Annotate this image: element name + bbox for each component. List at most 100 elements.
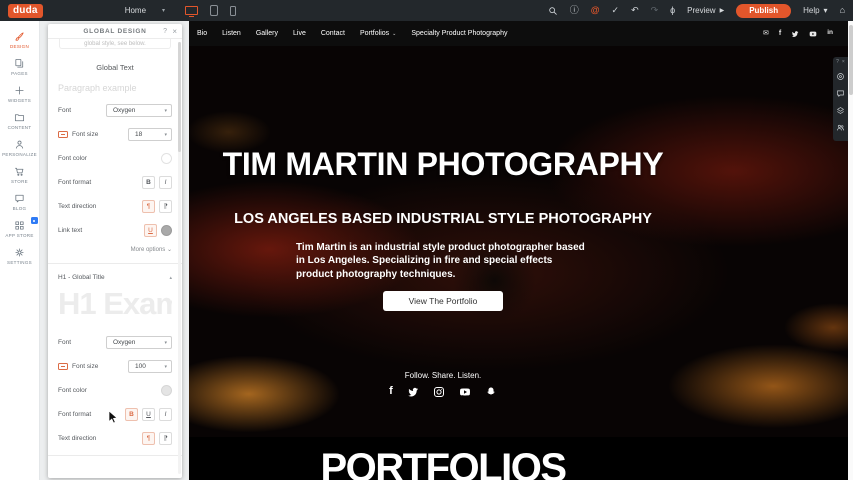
nav-item-label: Portfolios: [360, 30, 389, 37]
h1-font-select[interactable]: Oxygen ▾: [106, 336, 172, 349]
h1-bold-button[interactable]: B: [125, 408, 138, 421]
comment-bubble-icon: [836, 89, 845, 98]
h1-font-size-row: Font size 100 ▾: [58, 360, 172, 373]
h1-ltr-direction-button[interactable]: ¶: [142, 432, 155, 445]
preview-button[interactable]: Preview ▶: [687, 6, 724, 15]
link-color-swatch[interactable]: [161, 225, 172, 236]
twitter-icon[interactable]: [407, 386, 419, 398]
color-swatch[interactable]: [161, 153, 172, 164]
facebook-icon[interactable]: f: [779, 30, 781, 37]
underline-link-button[interactable]: U: [144, 224, 157, 237]
help-dropdown[interactable]: Help ▾: [803, 6, 827, 15]
twitter-icon[interactable]: [791, 30, 799, 38]
snapchat-icon[interactable]: [485, 386, 497, 398]
device-sync-icon[interactable]: [58, 363, 68, 370]
nav-item-listen[interactable]: Listen: [222, 30, 241, 37]
nav-item-bio[interactable]: Bio: [197, 30, 207, 37]
dashboard-home-icon[interactable]: ⌂: [840, 6, 845, 15]
desktop-device-icon[interactable]: [185, 6, 198, 15]
layers-icon: [836, 106, 845, 115]
close-icon[interactable]: ×: [842, 59, 845, 65]
font-select[interactable]: Oxygen ▾: [106, 104, 172, 117]
sidebar-item-design[interactable]: DESIGN: [0, 26, 40, 53]
play-icon: ▶: [720, 7, 725, 14]
instagram-icon[interactable]: [433, 386, 445, 398]
sidebar-item-label: WIDGETS: [8, 98, 31, 103]
section-divider: [48, 263, 182, 264]
device-switcher: [185, 5, 236, 16]
folder-icon: [14, 112, 25, 123]
view-portfolio-button[interactable]: View The Portfolio: [383, 291, 503, 311]
nav-item-contact[interactable]: Contact: [321, 30, 345, 37]
canvas-scrollbar-thumb[interactable]: [849, 25, 853, 95]
sidebar-item-app-store[interactable]: APP STORE: [0, 215, 40, 242]
h1-font-size-select[interactable]: 100 ▾: [128, 360, 172, 373]
h1-underline-button[interactable]: U: [142, 408, 155, 421]
preview-label: Preview: [687, 6, 715, 15]
camera-icon: [836, 72, 845, 81]
screenshot-tool-button[interactable]: [833, 68, 848, 85]
h1-rtl-direction-button[interactable]: ¶: [159, 432, 172, 445]
portfolios-heading: PORTFOLIOS: [189, 448, 697, 480]
sidebar-item-blog[interactable]: BLOG: [0, 188, 40, 215]
sidebar-item-settings[interactable]: SETTINGS: [0, 242, 40, 269]
email-icon[interactable]: ✉: [763, 30, 769, 37]
linkedin-icon[interactable]: in: [827, 30, 833, 37]
close-icon[interactable]: ×: [172, 24, 177, 39]
phone-device-icon[interactable]: [230, 6, 236, 16]
device-sync-icon[interactable]: [58, 131, 68, 138]
nav-item-specialty[interactable]: Specialty Product Photography: [411, 30, 507, 37]
more-options-link[interactable]: More options ⌄: [58, 246, 172, 253]
canvas-scrollbar[interactable]: [848, 21, 853, 480]
help-icon[interactable]: ?: [163, 24, 167, 39]
approve-check-icon[interactable]: ✓: [612, 6, 620, 15]
nav-item-portfolios[interactable]: Portfolios ⌄: [360, 30, 396, 37]
help-icon[interactable]: ?: [836, 59, 839, 65]
bold-button[interactable]: B: [142, 176, 155, 189]
italic-button[interactable]: I: [159, 176, 172, 189]
search-icon[interactable]: [548, 6, 558, 16]
youtube-icon[interactable]: [459, 386, 471, 398]
panel-header: GLOBAL DESIGN ? ×: [48, 24, 182, 39]
undo-icon[interactable]: ↶: [631, 6, 639, 15]
h1-text-direction-row: Text direction ¶ ¶: [58, 432, 172, 445]
font-size-select[interactable]: 18 ▾: [128, 128, 172, 141]
chevron-down-icon: ▾: [164, 108, 167, 114]
sidebar-item-personalize[interactable]: PERSONALIZE: [0, 134, 40, 161]
rtl-direction-button[interactable]: ¶: [159, 200, 172, 213]
font-format-row: Font format B I: [58, 176, 172, 189]
sidebar-item-pages[interactable]: PAGES: [0, 53, 40, 80]
chevron-down-icon: ▾: [162, 7, 165, 14]
h1-section-header[interactable]: H1 - Global Title ▴: [58, 274, 172, 281]
tablet-device-icon[interactable]: [210, 5, 218, 16]
h1-section-heading: H1 - Global Title: [58, 274, 105, 281]
nav-item-live[interactable]: Live: [293, 30, 306, 37]
dev-mode-icon[interactable]: ɸ: [670, 6, 675, 15]
collaboration-toolbar: ? ×: [833, 57, 848, 141]
layers-tool-button[interactable]: [833, 102, 848, 119]
sidebar-item-store[interactable]: STORE: [0, 161, 40, 188]
mouse-cursor: [108, 410, 119, 425]
publish-button[interactable]: Publish: [736, 4, 791, 18]
nav-item-gallery[interactable]: Gallery: [256, 30, 278, 37]
pilcrow-icon: ¶: [147, 203, 151, 210]
sidebar-item-content[interactable]: CONTENT: [0, 107, 40, 134]
h1-color-swatch[interactable]: [161, 385, 172, 396]
ltr-direction-button[interactable]: ¶: [142, 200, 155, 213]
h1-italic-button[interactable]: I: [159, 408, 172, 421]
youtube-icon[interactable]: [809, 30, 817, 38]
page-selector-dropdown[interactable]: Home ▾: [125, 6, 165, 15]
info-icon[interactable]: ⓘ: [570, 6, 579, 15]
comments-tool-button[interactable]: [833, 85, 848, 102]
facebook-icon[interactable]: f: [389, 386, 393, 397]
panel-scrollbar-thumb[interactable]: [178, 42, 181, 152]
team-tool-button[interactable]: [833, 119, 848, 136]
hero-title: TIM MARTIN PHOTOGRAPHY: [189, 146, 697, 183]
sidebar-item-widgets[interactable]: WIDGETS: [0, 80, 40, 107]
page-selector-value: Home: [125, 6, 146, 15]
notification-badge: [31, 217, 38, 224]
panel-scrollbar[interactable]: [178, 42, 181, 474]
duda-logo[interactable]: duda: [8, 4, 43, 18]
comments-icon[interactable]: @: [591, 6, 600, 15]
redo-icon[interactable]: ↷: [651, 6, 659, 15]
